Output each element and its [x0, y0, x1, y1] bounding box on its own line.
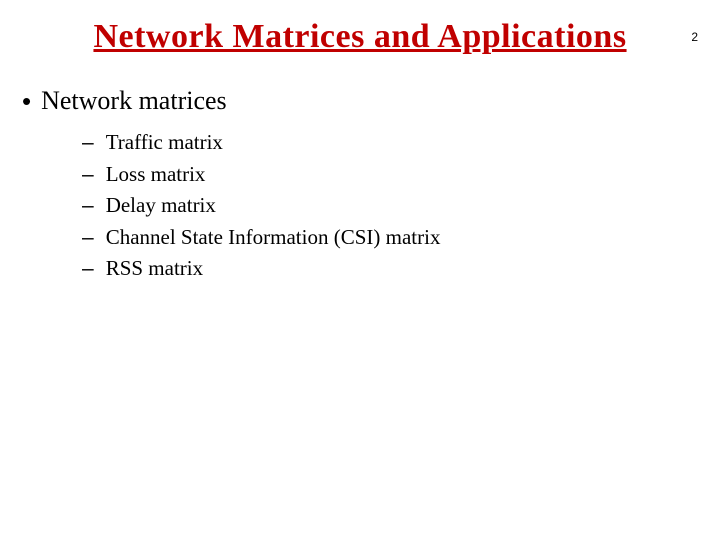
content-area: • Network matrices – Traffic matrix – Lo… [0, 86, 720, 285]
dash-icon: – [82, 127, 94, 159]
dash-icon: – [82, 253, 94, 285]
dash-icon: – [82, 159, 94, 191]
sub-list: – Traffic matrix – Loss matrix – Delay m… [22, 127, 720, 285]
list-item: – Channel State Information (CSI) matrix [82, 222, 720, 254]
sub-item-label: Channel State Information (CSI) matrix [106, 222, 441, 254]
dash-icon: – [82, 222, 94, 254]
list-item: – RSS matrix [82, 253, 720, 285]
sub-item-label: Loss matrix [106, 159, 206, 191]
bullet-icon: • [22, 86, 31, 117]
dash-icon: – [82, 190, 94, 222]
top-bullet: • Network matrices [22, 86, 720, 117]
top-bullet-label: Network matrices [41, 86, 227, 116]
slide-title: Network Matrices and Applications [0, 18, 720, 56]
sub-item-label: Traffic matrix [106, 127, 223, 159]
sub-item-label: RSS matrix [106, 253, 203, 285]
page-number: 2 [691, 30, 698, 44]
list-item: – Traffic matrix [82, 127, 720, 159]
list-item: – Delay matrix [82, 190, 720, 222]
sub-item-label: Delay matrix [106, 190, 216, 222]
list-item: – Loss matrix [82, 159, 720, 191]
